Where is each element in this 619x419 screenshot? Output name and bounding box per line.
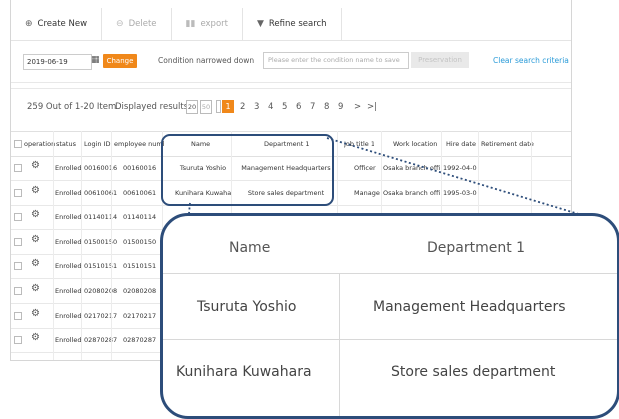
connector-line-top — [326, 137, 606, 223]
zoom-row2-department: Store sales department — [391, 364, 556, 380]
zoom-callout: Name Department 1 Tsuruta Yoshio Managem… — [160, 213, 619, 419]
zoom-header-name: Name — [229, 240, 271, 256]
zoom-header-department: Department 1 — [427, 240, 526, 256]
zoom-column-divider — [339, 273, 340, 416]
zoom-row1-name: Tsuruta Yoshio — [197, 299, 297, 315]
zoom-row2-name: Kunihara Kuwahara — [176, 364, 312, 380]
zoom-row-divider — [163, 273, 617, 274]
zoom-row-divider — [163, 339, 617, 340]
zoom-row1-department: Management Headquarters — [373, 299, 566, 315]
